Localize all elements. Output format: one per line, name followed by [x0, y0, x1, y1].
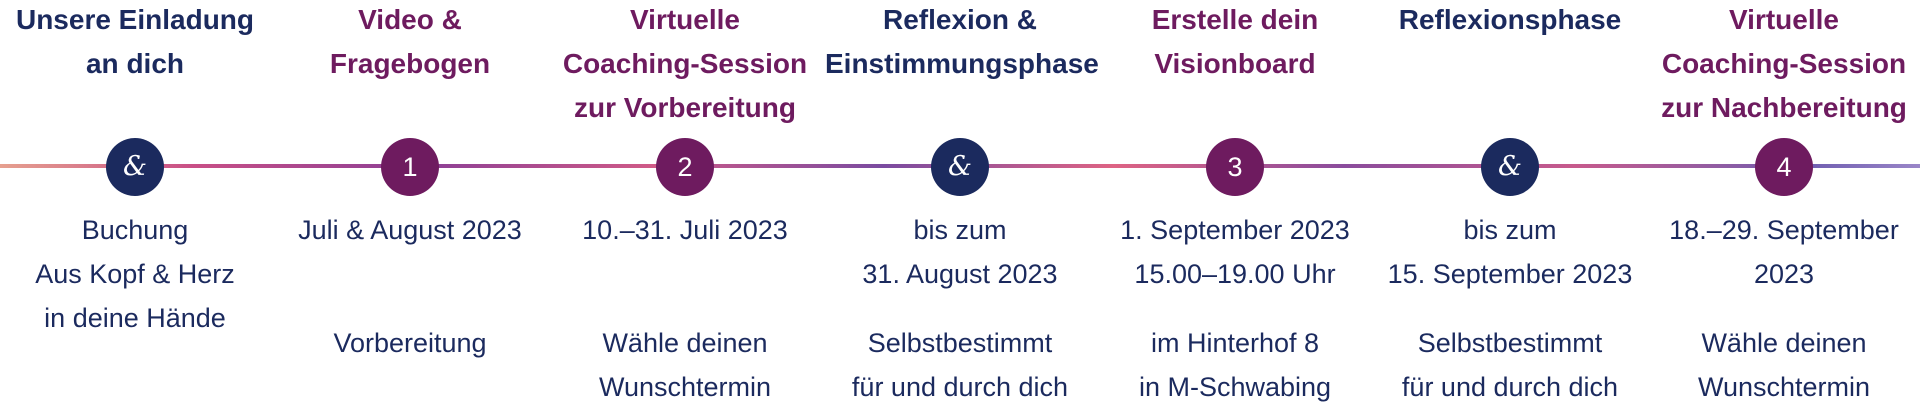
ampersand-icon: &: [931, 138, 989, 196]
step-date: bis zum 31. August 2023: [862, 215, 1058, 289]
step-reflection-attunement: Reflexion & Einstimmungsphase & bis zum …: [825, 0, 1099, 411]
step-title: Unsere Einladung an dich: [15, 4, 255, 79]
step-number-badge: 2: [656, 138, 714, 196]
step-note: Selbstbestimmt für und durch dich: [1401, 328, 1619, 402]
step-coaching-preparation: Virtuelle Coaching-Session zur Vorbereit…: [550, 0, 820, 411]
step-title: Virtuelle Coaching-Session zur Nachberei…: [1661, 4, 1907, 123]
ampersand-icon: &: [106, 138, 164, 196]
step-date: 1. September 2023 15.00–19.00 Uhr: [1120, 215, 1350, 289]
step-number-badge: 3: [1206, 138, 1264, 196]
step-title: Reflexion & Einstimmungsphase: [825, 4, 1099, 79]
step-title: Erstelle dein Visionboard: [1151, 4, 1319, 79]
step-title: Video & Fragebogen: [329, 4, 491, 79]
step-number-badge: 4: [1755, 138, 1813, 196]
step-number-badge: 1: [381, 138, 439, 196]
step-visionboard: Erstelle dein Visionboard 3 1. September…: [1100, 0, 1370, 411]
step-title: Reflexionsphase: [1398, 4, 1622, 35]
step-reflection-phase: Reflexionsphase & bis zum 15. September …: [1375, 0, 1645, 411]
step-title: Virtuelle Coaching-Session zur Vorbereit…: [562, 4, 808, 123]
step-note: Selbstbestimmt für und durch dich: [851, 328, 1069, 402]
step-date: 10.–31. Juli 2023: [582, 215, 788, 245]
step-date: Juli & August 2023: [298, 215, 522, 245]
ampersand-icon: &: [1481, 138, 1539, 196]
step-note: Wähle deinen Wunschtermin: [598, 328, 772, 402]
step-date: bis zum 15. September 2023: [1387, 215, 1633, 289]
step-invitation: Unsere Einladung an dich & Buchung Aus K…: [0, 0, 270, 411]
timeline-steps: Unsere Einladung an dich & Buchung Aus K…: [0, 0, 1920, 411]
step-note: Wähle deinen Wunschtermin: [1697, 328, 1871, 402]
step-note: Vorbereitung: [333, 328, 487, 358]
step-coaching-followup: Virtuelle Coaching-Session zur Nachberei…: [1649, 0, 1919, 411]
step-note: im Hinterhof 8 in M-Schwabing: [1138, 328, 1332, 402]
step-date: Buchung Aus Kopf & Herz in deine Hände: [35, 215, 235, 333]
step-video-questionnaire: Video & Fragebogen 1 Juli & August 2023 …: [275, 0, 545, 411]
step-date: 18.–29. September 2023: [1669, 215, 1899, 289]
